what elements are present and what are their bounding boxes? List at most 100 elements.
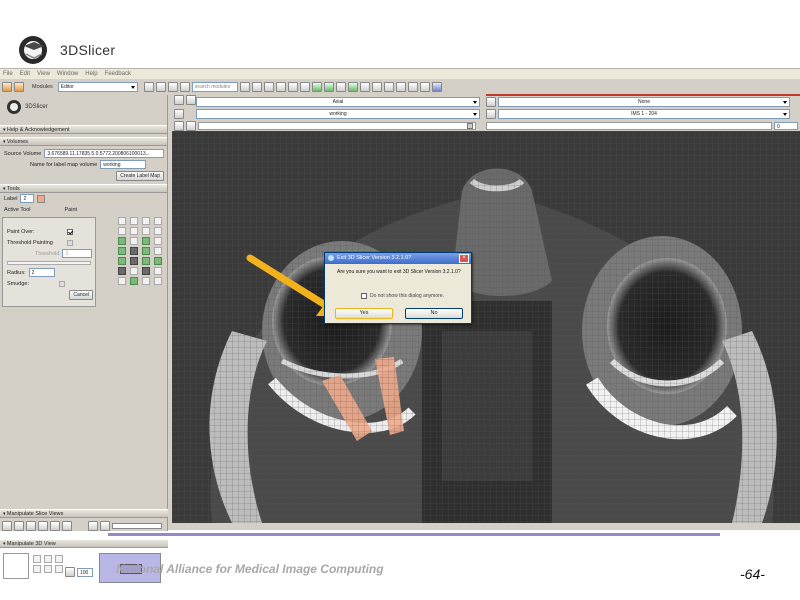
default-tool-icon[interactable] — [118, 217, 126, 225]
screenshot-icon[interactable] — [359, 82, 370, 92]
dialog-close-icon[interactable]: × — [459, 254, 469, 263]
module-search-input[interactable]: search modules — [191, 82, 238, 92]
slice-viewer[interactable] — [172, 131, 800, 523]
help-section-header[interactable]: Help & Acknowledgement — [0, 125, 167, 134]
right-foreground-select[interactable]: None — [498, 97, 790, 107]
label-color-swatch[interactable] — [37, 194, 46, 203]
yes-button[interactable]: Yes — [335, 308, 393, 319]
grow-cut-icon[interactable] — [154, 247, 162, 255]
view-superior-icon[interactable] — [44, 565, 52, 573]
cancel-button[interactable]: Cancel — [69, 289, 93, 300]
right-viewer-pin-icon[interactable] — [486, 97, 496, 107]
ruler-icon[interactable] — [371, 82, 382, 92]
make-model-icon[interactable] — [118, 257, 126, 265]
slice-offset-knob[interactable] — [467, 123, 473, 129]
pick-color-icon[interactable] — [130, 277, 138, 285]
viewer-fit-icon[interactable] — [174, 109, 184, 119]
slice-fov-icon[interactable] — [26, 521, 36, 531]
save-island-icon[interactable] — [118, 247, 126, 255]
preview-effect-icon[interactable] — [142, 267, 150, 275]
layout-conventional-icon[interactable] — [263, 82, 274, 92]
background-volume-select[interactable]: working — [196, 109, 480, 119]
fiducial-icon[interactable] — [347, 82, 358, 92]
manipulate-3d-view-header[interactable]: Manipulate 3D View — [0, 539, 168, 548]
view-right-icon[interactable] — [44, 555, 52, 563]
redo-icon[interactable] — [395, 82, 406, 92]
viewer-pin-icon[interactable] — [174, 94, 184, 105]
manipulate-slice-views-header[interactable]: Manipulate Slice Views — [0, 509, 168, 518]
source-volume-select[interactable]: 3.676589.11.17835.5.0.5772.200806100013.… — [44, 149, 165, 158]
goto-model-icon[interactable] — [142, 257, 150, 265]
slice-opacity-slider[interactable] — [112, 523, 162, 529]
module-home-icon[interactable] — [167, 82, 178, 92]
slice-spacing-icon[interactable] — [88, 521, 98, 531]
smudge-checkbox[interactable] — [59, 280, 66, 287]
wand-effect-icon[interactable] — [142, 247, 150, 255]
slice-fit-icon[interactable] — [14, 521, 24, 531]
layout-compare-icon[interactable] — [311, 82, 322, 92]
paint-over-checkbox[interactable] — [66, 228, 73, 235]
remove-islands-icon[interactable] — [154, 237, 162, 245]
slice-offset-left-icon[interactable] — [174, 121, 184, 131]
undo-icon[interactable] — [383, 82, 394, 92]
foreground-volume-select[interactable]: Axial — [196, 97, 480, 107]
menu-file[interactable]: File — [3, 71, 13, 77]
threshold-icon[interactable] — [118, 237, 126, 245]
slice-link-icon[interactable] — [38, 521, 48, 531]
level-tracing-icon[interactable] — [130, 227, 138, 235]
radius-input[interactable]: 2 — [28, 268, 55, 277]
arrow-down-icon[interactable] — [419, 82, 430, 92]
zoom-icon[interactable] — [239, 82, 250, 92]
slice-offset-value[interactable]: 0 — [774, 122, 798, 130]
change-label-icon[interactable] — [130, 217, 138, 225]
zoom-3d-icon[interactable] — [65, 567, 75, 577]
layout-slice-icon[interactable] — [299, 82, 310, 92]
image-dilate-icon[interactable] — [154, 227, 162, 235]
paint-icon[interactable] — [142, 217, 150, 225]
load-data-icon[interactable] — [2, 82, 12, 92]
menu-feedback[interactable]: Feedback — [105, 71, 131, 77]
menu-help[interactable]: Help — [85, 71, 97, 77]
threshold-input[interactable]: 1 — [62, 249, 93, 258]
module-selector[interactable]: Editor — [57, 82, 138, 92]
viewer-link-icon[interactable] — [186, 94, 196, 105]
layout-sideby-icon[interactable] — [335, 82, 346, 92]
image-erode-icon[interactable] — [142, 227, 150, 235]
view-posterior-icon[interactable] — [33, 565, 41, 573]
menu-window[interactable]: Window — [57, 71, 78, 77]
tools-section-header[interactable]: Tools — [0, 184, 167, 193]
right-viewer-link-icon[interactable] — [486, 109, 496, 119]
pan-icon[interactable] — [251, 82, 262, 92]
filter-icon[interactable] — [154, 277, 162, 285]
slice-layers-icon[interactable] — [50, 521, 60, 531]
layout-tabbed-icon[interactable] — [323, 82, 334, 92]
settings-effect-icon[interactable] — [154, 267, 162, 275]
label-value-input[interactable]: 2 — [20, 194, 35, 203]
create-label-map-button[interactable]: Create Label Map — [116, 170, 164, 181]
layout-3d-icon[interactable] — [287, 82, 298, 92]
save-icon[interactable] — [14, 82, 24, 92]
right-slice-offset-slider[interactable] — [486, 122, 772, 130]
dont-show-checkbox[interactable] — [361, 293, 367, 299]
view-anterior-icon[interactable] — [55, 555, 63, 563]
identify-islands-icon[interactable] — [142, 237, 150, 245]
volumes-section-header[interactable]: Volumes — [0, 137, 167, 146]
model-maker-icon[interactable] — [130, 257, 138, 265]
pin-icon[interactable] — [407, 82, 418, 92]
module-forward-icon[interactable] — [155, 82, 166, 92]
right-background-select[interactable]: IMS 1 - 204 — [498, 109, 790, 119]
labelmap-name-input[interactable]: working — [100, 160, 147, 169]
slice-annotation-icon[interactable] — [100, 521, 110, 531]
sync-icon[interactable] — [431, 82, 442, 92]
redo-effect-icon[interactable] — [130, 267, 138, 275]
window-level-icon[interactable] — [142, 277, 150, 285]
view-inferior-icon[interactable] — [55, 565, 63, 573]
change-island-icon[interactable] — [130, 237, 138, 245]
slice-crosshair-icon[interactable] — [62, 521, 72, 531]
view-left-icon[interactable] — [33, 555, 41, 563]
zoom-3d-input[interactable]: 100 — [77, 567, 93, 577]
pick-label-icon[interactable] — [118, 277, 126, 285]
slice-offset-reset-icon[interactable] — [186, 121, 196, 131]
fast-marching-icon[interactable] — [130, 247, 138, 255]
threshold-range-slider[interactable] — [7, 261, 91, 265]
